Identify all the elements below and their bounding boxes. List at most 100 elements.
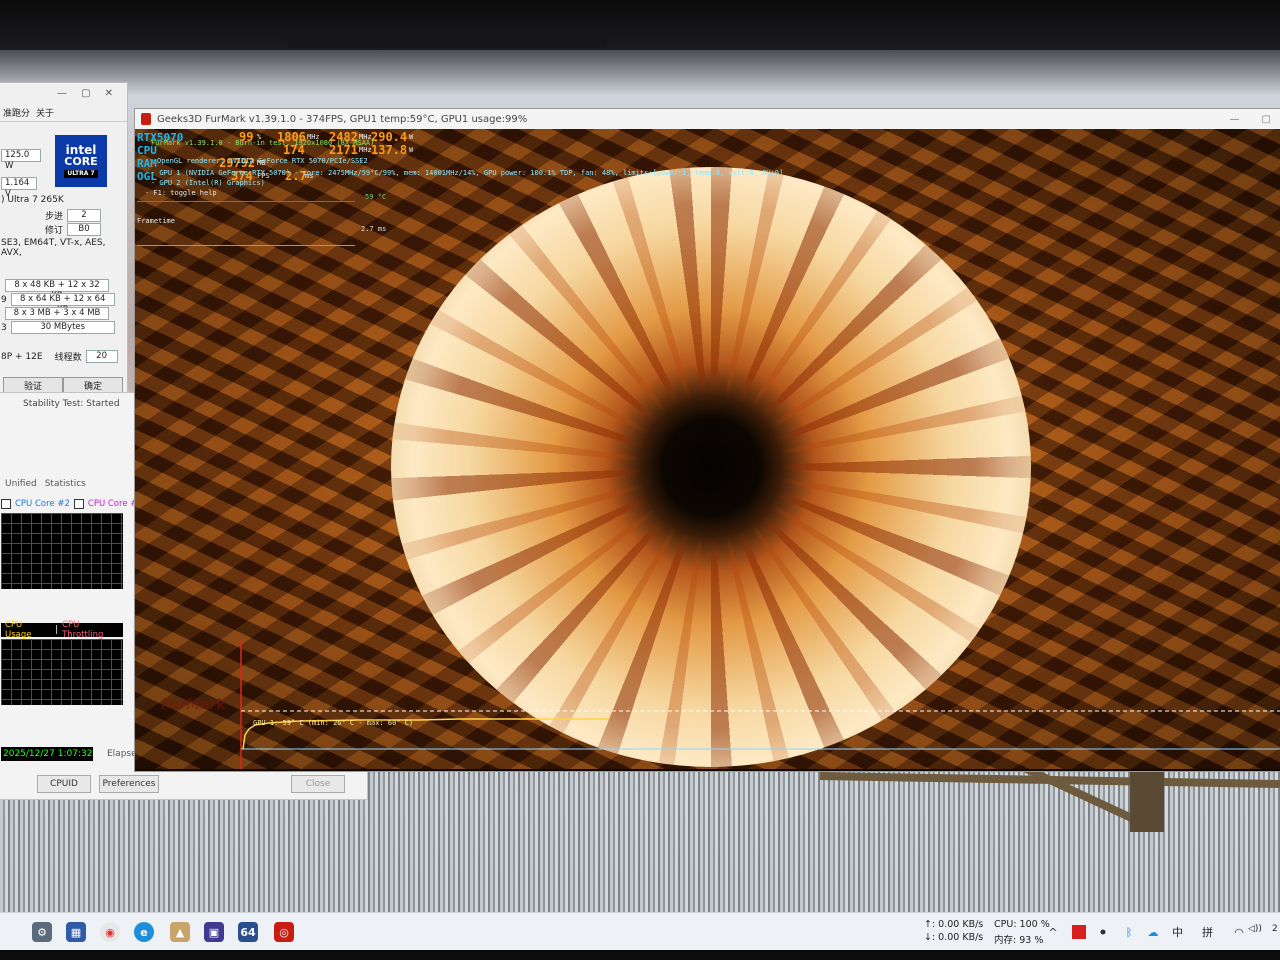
fence-post	[1130, 770, 1164, 832]
cache-prefix: 9	[1, 294, 7, 305]
cpu-usage-readout: CPU: 100 %	[994, 919, 1050, 930]
usage-legend: CPU Usage | CPU Throttling	[1, 620, 123, 640]
legend-separator: |	[55, 625, 59, 635]
store-icon[interactable]: ▲	[170, 922, 190, 942]
nvidia-tray-icon[interactable]: ⚫	[1096, 925, 1110, 939]
revision-row: 修订 B0	[45, 223, 102, 236]
furmark-window[interactable]: Geeks3D FurMark v1.39.1.0 - 374FPS, GPU1…	[134, 108, 1280, 772]
core-legend: CPU Core #2 CPU Core #3	[1, 499, 143, 509]
mem-usage-readout: 内存: 93 %	[994, 935, 1044, 946]
osd-unit: W	[409, 146, 414, 154]
osd-temp-mark: 59 °C	[365, 193, 387, 201]
voltage-value: 1.164 V	[1, 177, 37, 199]
maximize-icon[interactable]: ▢	[81, 88, 90, 99]
clock-fragment[interactable]: 2	[1272, 924, 1278, 934]
osd-cpu-power: 137.8	[371, 143, 408, 157]
fence-brace	[1023, 765, 1137, 823]
cpuz-titlebar: — ▢ ✕	[0, 83, 127, 103]
volume-icon[interactable]: ◁))	[1248, 924, 1262, 934]
osd-unit: W	[409, 133, 414, 141]
intel-core-ultra-logo: intel CORE ULTRA 7	[55, 135, 107, 187]
furmark-icon[interactable]: ◎	[274, 922, 294, 942]
furmark-app-icon	[141, 113, 151, 125]
cloud-icon[interactable]: ☁	[1146, 925, 1160, 939]
stepping-label: 步进	[45, 212, 64, 222]
ime-mode[interactable]: 拼	[1202, 924, 1213, 940]
gpu-temperature-graph: GPU 1: 59° C (min: 26° C - max: 60° C) F…	[161, 639, 1280, 769]
stepping-row: 步进 2	[45, 209, 102, 222]
cpuz-tabs: 准跑分 关于	[0, 103, 127, 122]
cache-prefix: 3	[1, 322, 7, 333]
osd-gpu-power: 290.4	[371, 130, 408, 144]
legend-cpu-throttling: CPU Throttling	[62, 620, 104, 640]
osd-info-renderer: OpenGL renderer: NVIDIA GeForce RTX 5070…	[157, 157, 368, 165]
file-manager-icon[interactable]: ▦	[66, 922, 86, 942]
cpu-name-row: ) Ultra 7 265K	[1, 195, 64, 205]
maximize-icon[interactable]: ▢	[1262, 114, 1271, 125]
tab-bench[interactable]: 准跑分	[3, 106, 30, 119]
tab-statistics[interactable]: Statistics	[45, 479, 86, 489]
threads-label: 线程数	[54, 353, 82, 363]
net-download: ↓: 0.00 KB/s	[924, 932, 984, 943]
furmark-watermark: FurMark	[161, 697, 226, 713]
osd-frametime-label: Frametime	[137, 217, 175, 225]
tab-about[interactable]: 关于	[36, 106, 54, 119]
voltage-row: 1.164 V	[1, 177, 37, 199]
chevron-up-icon[interactable]: ^	[1046, 925, 1060, 939]
cache-l1i-row: 9 8 x 64 KB + 12 x 64 KB	[1, 293, 115, 315]
ok-button[interactable]: 确定	[63, 377, 123, 393]
temperature-graph	[1, 513, 123, 589]
threads-value: 20	[85, 350, 118, 363]
tdp-row: 125.0 W	[1, 149, 41, 171]
cache-l3-row: 3 30 MBytes	[1, 321, 115, 334]
red-tray-icon[interactable]	[1072, 925, 1086, 939]
usage-graph	[1, 639, 123, 705]
close-icon[interactable]: ✕	[105, 88, 113, 99]
cache-l1d-value: 8 x 48 KB + 12 x 32 KB	[5, 279, 109, 301]
monitor-screen: — ▢ ✕ 准跑分 关于 125.0 W 1.164 V intel CORE …	[0, 0, 1280, 960]
wifi-icon[interactable]: ◠	[1232, 925, 1246, 939]
settings-icon[interactable]: ⚙	[32, 922, 52, 942]
ime-language[interactable]: 中	[1172, 924, 1183, 940]
cpuz-window[interactable]: — ▢ ✕ 准跑分 关于 125.0 W 1.164 V intel CORE …	[0, 82, 128, 424]
osd-help-hint: - F1: toggle help	[145, 189, 217, 197]
tab-unified[interactable]: Unified	[5, 479, 37, 489]
stability-status: Stability Test: Started	[23, 399, 120, 409]
preferences-button[interactable]: Preferences	[99, 775, 159, 793]
bezel-notch	[286, 30, 608, 48]
chrome-icon[interactable]: ◉	[100, 922, 120, 942]
osd-info-gpu2: - GPU 2 (Intel(R) Graphics)	[151, 179, 265, 187]
bluetooth-icon[interactable]: ᛒ	[1122, 925, 1136, 939]
minimize-icon[interactable]: —	[57, 88, 67, 99]
cache-l2-value: 8 x 3 MB + 3 x 4 MB	[5, 307, 109, 320]
revision-label: 修订	[45, 226, 64, 236]
osd-info-title: FurMark v1.39.1.0 - Burn-in test, 1920x1…	[151, 139, 375, 147]
edge-icon[interactable]: e	[134, 922, 154, 942]
checkbox-icon[interactable]	[73, 499, 84, 509]
cpu-z-icon[interactable]: ▣	[204, 922, 224, 942]
checkbox-icon[interactable]	[1, 499, 11, 509]
validate-button[interactable]: 验证	[3, 377, 63, 393]
temperature-curve-svg	[240, 639, 1280, 769]
furmark-titlebar: Geeks3D FurMark v1.39.1.0 - 374FPS, GPU1…	[135, 109, 1280, 129]
instructions-value: SE3, EM64T, VT-x, AES, AVX,	[1, 238, 106, 258]
close-button[interactable]: Close	[291, 775, 345, 793]
cores-threads-row: 8P + 12E 线程数 20	[1, 350, 118, 363]
aida64-icon[interactable]: 64	[238, 922, 258, 942]
net-upload: ↑: 0.00 KB/s	[924, 919, 984, 930]
legend-cpu-usage: CPU Usage	[5, 620, 32, 640]
furmark-render-scene: RTX5070 CPU RAM OGL 99 % 1806 MHz 2482 M…	[135, 129, 1280, 769]
instructions-row: SE3, EM64T, VT-x, AES, AVX,	[1, 238, 127, 258]
elapsed-label: Elapse	[107, 749, 137, 759]
minimize-icon[interactable]: —	[1230, 114, 1240, 125]
cores-value: 8P + 12E	[1, 351, 43, 362]
start-time: 2025/12/27 1:07:32	[1, 747, 93, 761]
furmark-title: Geeks3D FurMark v1.39.1.0 - 374FPS, GPU1…	[157, 113, 528, 125]
window-controls: — ▢	[1230, 114, 1280, 125]
cache-l2-row: 8 x 3 MB + 3 x 4 MB	[1, 307, 109, 320]
cpu-name: ) Ultra 7 265K	[1, 195, 64, 205]
cache-l1i-value: 8 x 64 KB + 12 x 64 KB	[10, 293, 115, 315]
osd-frametime-value: 2.7 ms	[361, 225, 387, 233]
revision-value: B0	[67, 223, 102, 236]
cpuid-button[interactable]: CPUID	[37, 775, 91, 793]
